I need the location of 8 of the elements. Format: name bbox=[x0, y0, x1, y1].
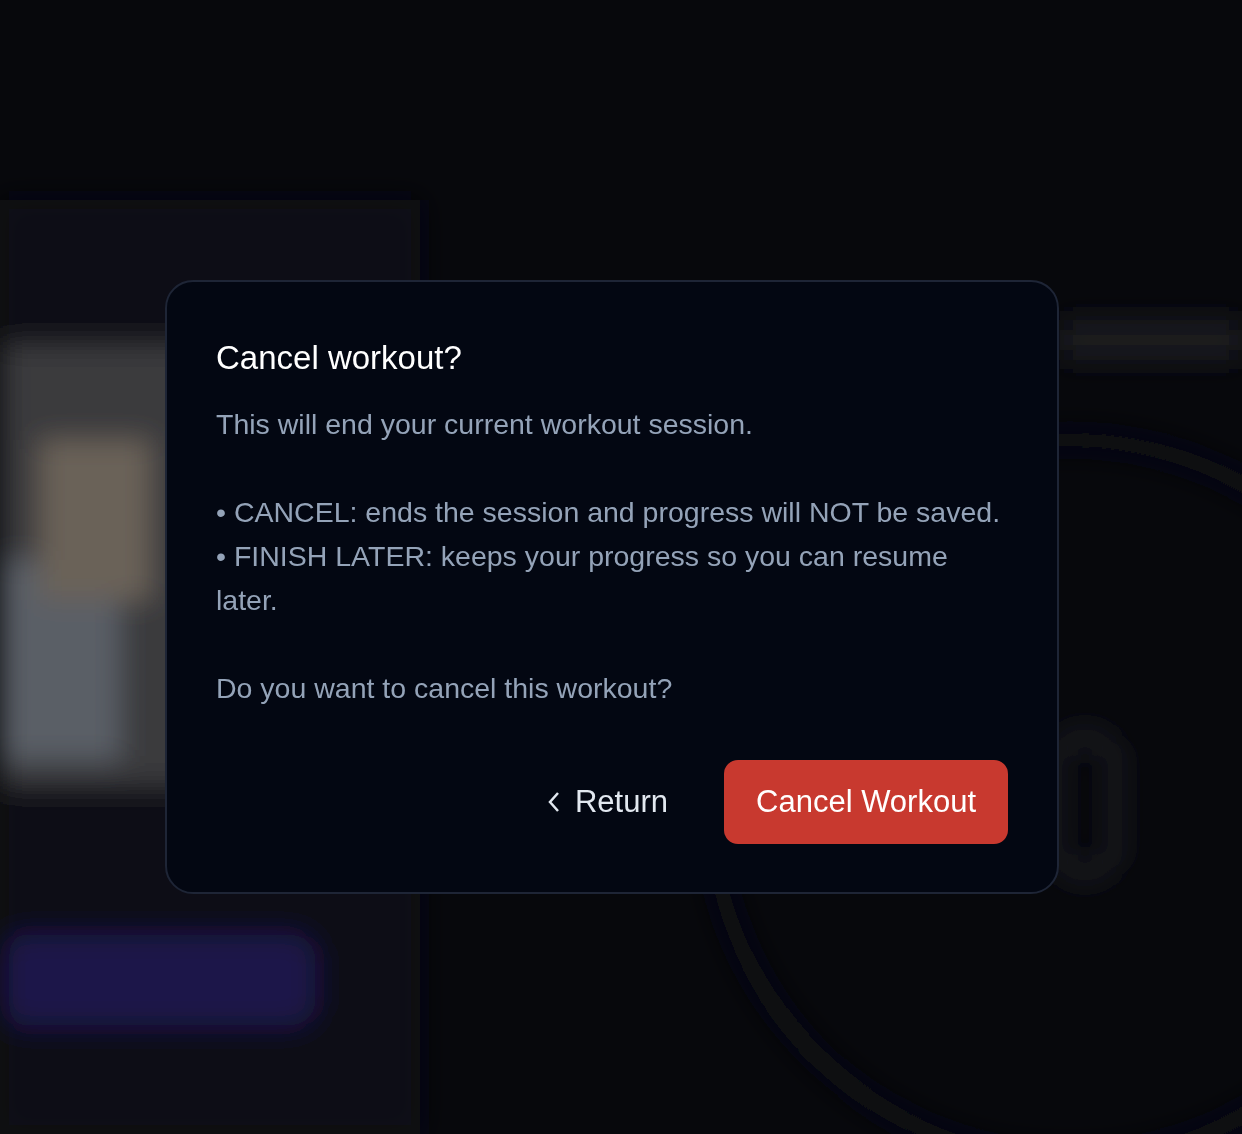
chevron-left-icon bbox=[547, 790, 561, 814]
return-button[interactable]: Return bbox=[531, 760, 685, 844]
dialog-title: Cancel workout? bbox=[216, 338, 463, 378]
cancel-workout-button[interactable]: Cancel Workout bbox=[724, 760, 1008, 844]
dialog-text: • CANCEL: ends the session and progress will NOT be saved. bbox=[216, 495, 1002, 530]
dialog-text: This will end your current workout session. bbox=[216, 407, 754, 442]
dialog-text: Do you want to cancel this workout? bbox=[216, 671, 674, 706]
dialog-text: • FINISH LATER: keeps your progress so you can resume later. bbox=[216, 539, 949, 618]
